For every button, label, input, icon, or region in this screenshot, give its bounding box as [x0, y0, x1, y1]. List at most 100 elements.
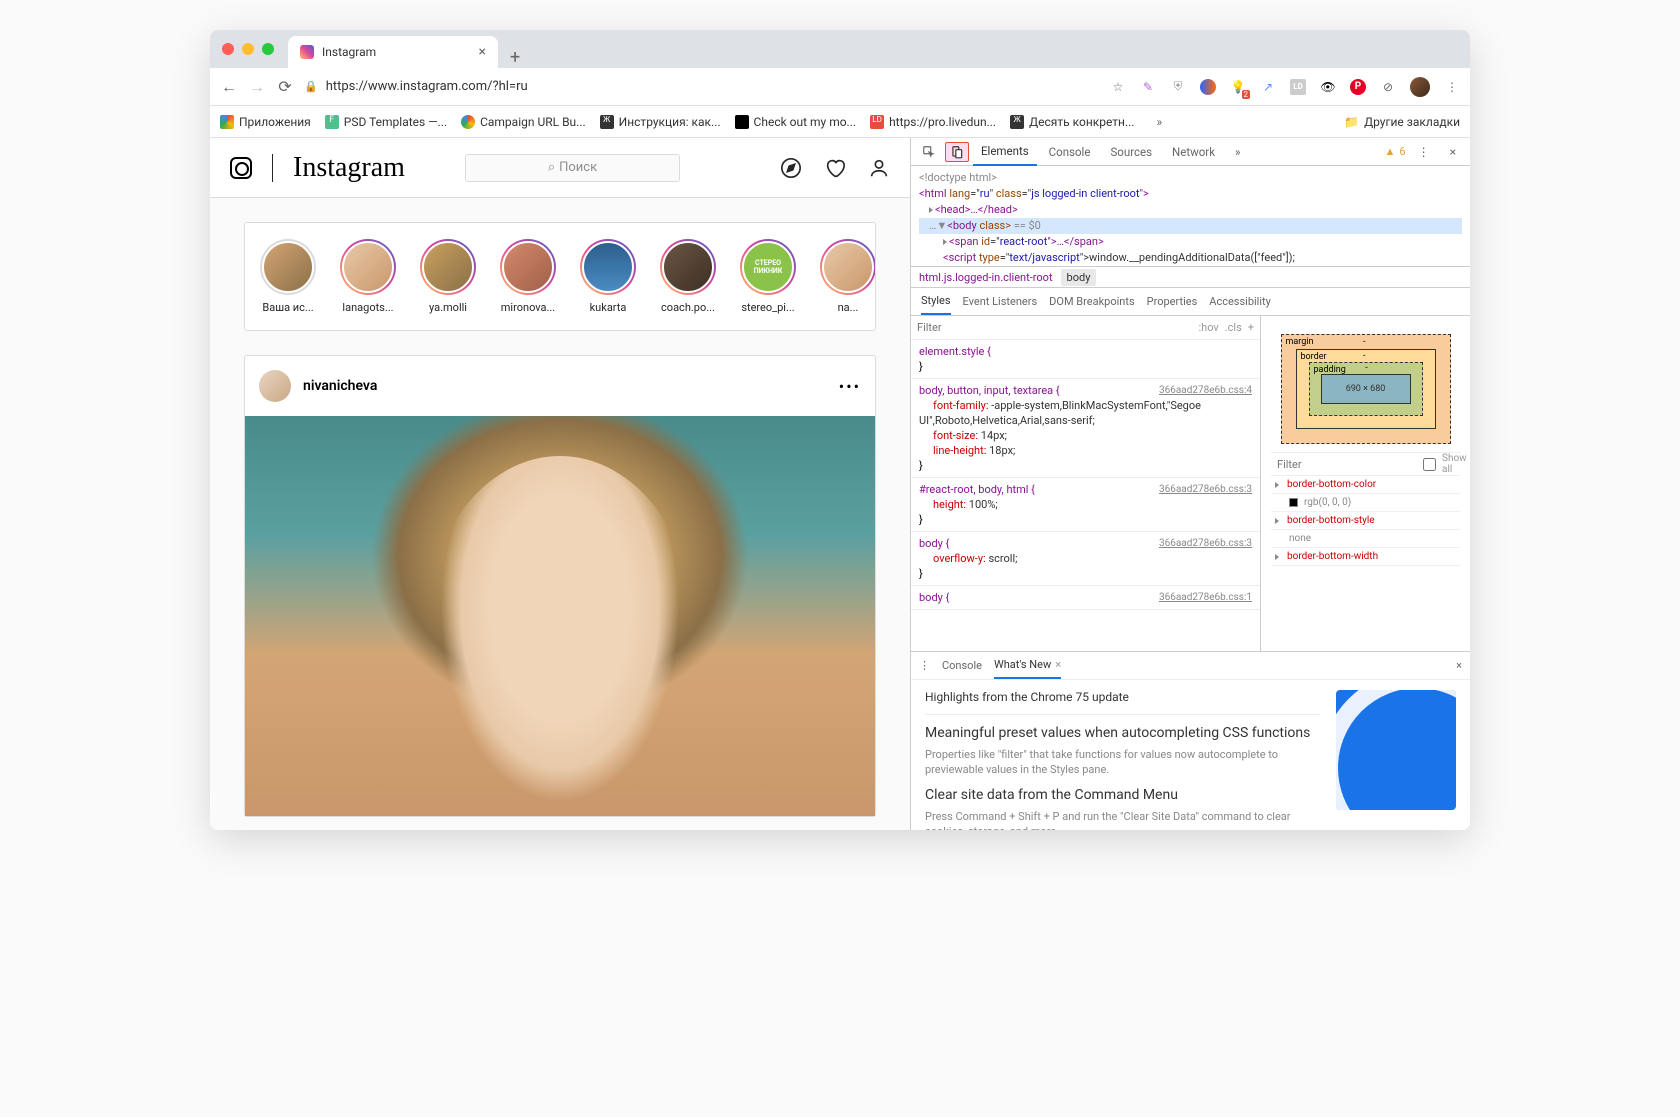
- bookmarks-bar: Приложения FPSD Templates —... Campaign …: [210, 106, 1470, 138]
- post-more-icon[interactable]: •••: [839, 377, 861, 396]
- hov-toggle[interactable]: :hov: [1198, 321, 1218, 334]
- css-rule[interactable]: 366aad278e6b.css:4 body, button, input, …: [911, 379, 1260, 478]
- crumb-html[interactable]: html.js.logged-in.client-root: [919, 271, 1053, 284]
- close-window-icon[interactable]: [222, 43, 234, 55]
- story-item[interactable]: lanagots...: [335, 239, 401, 314]
- bookmark-item[interactable]: Campaign URL Bu...: [461, 115, 586, 129]
- bookmark-item[interactable]: ЖДесять конкретн...: [1010, 115, 1134, 129]
- close-tab-icon[interactable]: ×: [479, 44, 486, 60]
- story-item[interactable]: na...: [815, 239, 876, 314]
- warnings-badge[interactable]: ▲ 6: [1385, 145, 1406, 158]
- menu-icon[interactable]: ⋮: [1444, 79, 1460, 95]
- tab-network[interactable]: Network: [1164, 139, 1223, 165]
- reload-icon[interactable]: ⟳: [276, 77, 294, 96]
- tabs-overflow-icon[interactable]: »: [1227, 139, 1248, 165]
- css-rule[interactable]: 366aad278e6b.css:3 #react-root, body, ht…: [911, 478, 1260, 532]
- bookmarks-overflow-icon[interactable]: »: [1156, 115, 1162, 129]
- window-controls: [222, 43, 274, 55]
- ext-shield-icon[interactable]: ⛨: [1170, 79, 1186, 95]
- devtools-panel: Elements Console Sources Network » ▲ 6 ⋮…: [910, 138, 1470, 830]
- story-item[interactable]: Ваша ис...: [255, 239, 321, 314]
- bookmark-item[interactable]: Check out my mo...: [735, 115, 857, 129]
- profile-avatar-icon[interactable]: [1410, 77, 1430, 97]
- computed-row[interactable]: border-bottom-width: [1271, 548, 1460, 566]
- drawer-tab-console[interactable]: Console: [942, 653, 982, 678]
- url-field[interactable]: 🔒 https://www.instagram.com/?hl=ru: [304, 79, 1100, 94]
- maximize-window-icon[interactable]: [262, 43, 274, 55]
- address-bar: ← → ⟳ 🔒 https://www.instagram.com/?hl=ru…: [210, 68, 1470, 106]
- inspect-icon[interactable]: [917, 142, 941, 162]
- instagram-logo[interactable]: Instagram: [293, 152, 405, 184]
- forward-icon[interactable]: →: [248, 77, 266, 97]
- tab-title: Instagram: [322, 45, 376, 59]
- story-item[interactable]: СТЕРЕОПИКНИКstereo_pi...: [735, 239, 801, 314]
- ext-bulb-icon[interactable]: 💡2: [1230, 79, 1246, 95]
- ext-noscript-icon[interactable]: ⊘: [1380, 79, 1396, 95]
- show-all-checkbox[interactable]: [1423, 458, 1436, 471]
- star-icon[interactable]: ☆: [1110, 79, 1126, 95]
- story-item[interactable]: ya.molli: [415, 239, 481, 314]
- minimize-window-icon[interactable]: [242, 43, 254, 55]
- drawer-menu-icon[interactable]: ⋮: [919, 659, 930, 672]
- drawer-tabs: ⋮ Console What's New× ×: [911, 652, 1470, 680]
- post-username[interactable]: nivanicheva: [303, 378, 377, 394]
- story-item[interactable]: kukarta: [575, 239, 641, 314]
- bookmark-icon: [461, 115, 475, 129]
- bookmark-item[interactable]: FPSD Templates —...: [325, 115, 447, 129]
- search-input[interactable]: ⌕ Поиск: [465, 154, 680, 182]
- tab-elements[interactable]: Elements: [973, 138, 1037, 166]
- story-item[interactable]: coach.po...: [655, 239, 721, 314]
- profile-icon[interactable]: [868, 157, 890, 179]
- tab-event-listeners[interactable]: Event Listeners: [963, 289, 1038, 314]
- tab-properties[interactable]: Properties: [1147, 289, 1198, 314]
- apps-icon: [220, 115, 234, 129]
- instagram-camera-icon[interactable]: [230, 157, 252, 179]
- styles-pane[interactable]: :hov .cls + element.style { } 366aad278e…: [911, 316, 1260, 651]
- crumb-body[interactable]: body: [1061, 269, 1097, 286]
- ext-pinterest-icon[interactable]: P: [1350, 79, 1366, 95]
- devtools-menu-icon[interactable]: ⋮: [1410, 145, 1438, 159]
- browser-window: Instagram × + ← → ⟳ 🔒 https://www.instag…: [210, 30, 1470, 830]
- cls-toggle[interactable]: .cls: [1225, 321, 1242, 334]
- post-avatar-icon[interactable]: [259, 370, 291, 402]
- bookmark-icon: F: [325, 115, 339, 129]
- ext-ld-icon[interactable]: LD: [1290, 79, 1306, 95]
- css-rule[interactable]: 366aad278e6b.css:1 body {: [911, 586, 1260, 610]
- whatsnew-heading: Clear site data from the Command Menu: [925, 787, 1320, 803]
- post-image[interactable]: [245, 416, 875, 816]
- back-icon[interactable]: ←: [220, 77, 238, 97]
- add-rule-icon[interactable]: +: [1248, 321, 1254, 334]
- tab-styles[interactable]: Styles: [921, 288, 951, 315]
- tab-dom-breakpoints[interactable]: DOM Breakpoints: [1049, 289, 1134, 314]
- computed-row[interactable]: border-bottom-style: [1271, 512, 1460, 530]
- drawer-tab-whatsnew[interactable]: What's New×: [994, 652, 1061, 679]
- browser-tab[interactable]: Instagram ×: [288, 36, 498, 68]
- new-tab-button[interactable]: +: [498, 47, 532, 68]
- bookmark-item[interactable]: ЖИнструкция: как...: [600, 115, 721, 129]
- other-bookmarks[interactable]: 📁Другие закладки: [1344, 115, 1460, 129]
- drawer-close-icon[interactable]: ×: [1456, 659, 1462, 672]
- styles-filter-input[interactable]: [917, 321, 1192, 334]
- box-model[interactable]: margin- border- padding- 690 × 680: [1281, 334, 1451, 444]
- ext-arrow-icon[interactable]: ↗: [1260, 79, 1276, 95]
- ext-eye-icon[interactable]: 👁: [1320, 79, 1336, 95]
- stories-tray[interactable]: Ваша ис... lanagots... ya.molli mironova…: [244, 222, 876, 331]
- story-item[interactable]: mironova...: [495, 239, 561, 314]
- devtools-close-icon[interactable]: ×: [1442, 145, 1464, 159]
- tab-console[interactable]: Console: [1041, 139, 1099, 165]
- bookmark-item[interactable]: LDhttps://pro.livedun...: [870, 115, 996, 129]
- computed-filter-input[interactable]: [1277, 458, 1417, 471]
- bookmark-apps[interactable]: Приложения: [220, 115, 311, 129]
- computed-row[interactable]: border-bottom-color: [1271, 476, 1460, 494]
- device-toggle-icon[interactable]: [945, 142, 969, 162]
- explore-icon[interactable]: [780, 157, 802, 179]
- css-rule[interactable]: 366aad278e6b.css:3 body { overflow-y: sc…: [911, 532, 1260, 586]
- ext-similarweb-icon[interactable]: [1200, 79, 1216, 95]
- close-tab-icon[interactable]: ×: [1055, 658, 1061, 671]
- css-rule[interactable]: element.style { }: [911, 340, 1260, 379]
- dom-tree[interactable]: <!doctype html> <html lang="ru" class="j…: [911, 166, 1470, 266]
- ext-pen-icon[interactable]: ✎: [1140, 79, 1156, 95]
- tab-sources[interactable]: Sources: [1102, 139, 1160, 165]
- tab-accessibility[interactable]: Accessibility: [1209, 289, 1271, 314]
- heart-icon[interactable]: [824, 157, 846, 179]
